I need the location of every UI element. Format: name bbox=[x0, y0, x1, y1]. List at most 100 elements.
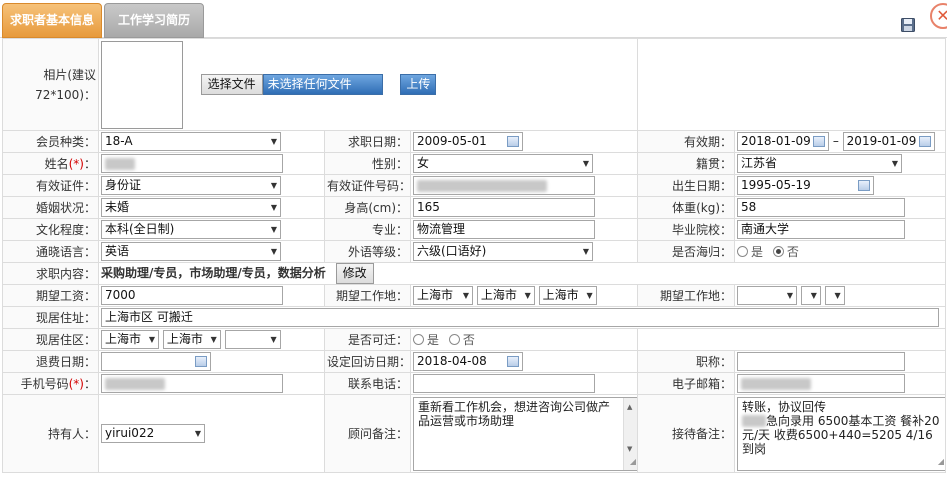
relocate-label: 是否可迁： bbox=[324, 328, 411, 351]
save-icon[interactable] bbox=[901, 18, 915, 32]
current-address-label: 现居住址： bbox=[2, 306, 99, 329]
current-area-city-select[interactable]: 上海市 ▼ bbox=[162, 330, 221, 349]
refund-date-input[interactable] bbox=[101, 352, 211, 371]
overseas-label: 是否海归： bbox=[637, 240, 736, 263]
work-place-province-select[interactable]: 上海市 ▼ bbox=[413, 286, 473, 305]
native-place-label: 籍贯： bbox=[637, 152, 736, 175]
dropdown-arrow-icon: ▼ bbox=[210, 335, 217, 344]
calendar-icon[interactable] bbox=[507, 356, 519, 367]
overseas-no-radio[interactable] bbox=[772, 246, 784, 257]
calendar-icon[interactable] bbox=[813, 136, 826, 147]
birth-date-input[interactable]: 1995-05-19 bbox=[737, 176, 875, 195]
education-select[interactable]: 本科(全日制) ▼ bbox=[101, 220, 281, 239]
expected-salary-label: 期望工资： bbox=[2, 284, 99, 307]
language-select[interactable]: 英语 ▼ bbox=[101, 242, 281, 261]
reception-note-label: 接待备注： bbox=[637, 394, 736, 473]
upload-button[interactable]: 上传 bbox=[400, 74, 437, 95]
job-intent-value: 采购助理/专员，市场助理/专员，数据分析 bbox=[101, 266, 326, 280]
photo-preview bbox=[101, 40, 183, 129]
apply-date-input[interactable]: 2009-05-01 bbox=[413, 132, 523, 151]
weight-input[interactable]: 58 bbox=[737, 198, 906, 217]
scroll-up-icon[interactable]: ▲ bbox=[627, 400, 632, 414]
dropdown-arrow-icon: ▼ bbox=[786, 291, 794, 300]
calendar-icon[interactable] bbox=[858, 180, 871, 191]
work-place-2-province-select[interactable]: ▼ bbox=[737, 286, 798, 305]
calendar-icon[interactable] bbox=[195, 356, 207, 367]
overseas-yes-radio[interactable] bbox=[737, 246, 749, 257]
relocate-yes-label: 是 bbox=[427, 333, 440, 347]
work-place-2-city-select[interactable]: ▼ bbox=[800, 286, 821, 305]
work-place-city-select[interactable]: 上海市 ▼ bbox=[476, 286, 535, 305]
major-input[interactable]: 物流管理 bbox=[413, 220, 595, 239]
work-place-district-select[interactable]: 上海市 ▼ bbox=[538, 286, 597, 305]
work-place-2-district-select[interactable]: ▼ bbox=[824, 286, 845, 305]
valid-period-label: 有效期： bbox=[637, 130, 736, 153]
current-area-label: 现居住区： bbox=[2, 328, 99, 351]
applicant-form: 相片(建议72*100)： 选择文件 未选择任何文件 上传 会员种类： 18-A ▼… bbox=[2, 38, 947, 473]
member-type-label: 会员种类： bbox=[2, 130, 99, 153]
education-label: 文化程度： bbox=[2, 218, 99, 241]
resize-grip-icon[interactable]: ◢ bbox=[630, 455, 636, 469]
dropdown-arrow-icon: ▼ bbox=[524, 291, 531, 300]
tab-basic-info[interactable]: 求职者基本信息 bbox=[2, 3, 102, 38]
dropdown-arrow-icon: ▼ bbox=[270, 203, 277, 212]
gender-label: 性别： bbox=[324, 152, 411, 175]
mobile-input[interactable] bbox=[101, 374, 283, 393]
current-area-province-select[interactable]: 上海市 ▼ bbox=[101, 330, 159, 349]
advisor-note-label: 顾问备注： bbox=[324, 394, 411, 473]
native-place-select[interactable]: 江苏省 ▼ bbox=[737, 154, 903, 173]
valid-from-input[interactable]: 2018-01-09 bbox=[737, 132, 830, 151]
email-label: 电子邮箱： bbox=[637, 372, 736, 395]
id-type-select[interactable]: 身份证 ▼ bbox=[101, 176, 281, 195]
scroll-down-icon[interactable]: ▼ bbox=[627, 442, 632, 456]
language-level-select[interactable]: 六级(口语好) ▼ bbox=[413, 242, 593, 261]
current-area-district-select[interactable]: ▼ bbox=[224, 330, 281, 349]
overseas-no-label: 否 bbox=[786, 245, 799, 259]
marital-status-select[interactable]: 未婚 ▼ bbox=[101, 198, 281, 217]
name-input[interactable] bbox=[101, 154, 283, 173]
relocate-no-radio[interactable] bbox=[448, 334, 460, 345]
resize-grip-icon[interactable]: ◢ bbox=[938, 455, 944, 469]
calendar-icon[interactable] bbox=[918, 136, 931, 147]
reception-note-textarea[interactable]: 转账，协议回传 急向录用 6500基本工资 餐补20元/天 收费6500+440… bbox=[737, 396, 945, 471]
dropdown-arrow-icon: ▼ bbox=[582, 159, 589, 168]
contact-phone-label: 联系电话： bbox=[324, 372, 411, 395]
dropdown-arrow-icon: ▼ bbox=[194, 429, 201, 438]
school-input[interactable]: 南通大学 bbox=[737, 220, 906, 239]
dropdown-arrow-icon: ▼ bbox=[891, 159, 899, 168]
job-title-input[interactable] bbox=[737, 352, 906, 371]
close-icon[interactable]: ✕ bbox=[930, 3, 947, 29]
advisor-note-textarea[interactable]: 重新看工作机会，想进咨询公司做产品运营或市场助理 ▲ ▼ ◢ bbox=[413, 396, 637, 471]
contact-phone-input[interactable] bbox=[413, 374, 595, 393]
email-input[interactable] bbox=[737, 374, 906, 393]
valid-period-separator: – bbox=[832, 134, 839, 148]
apply-date-label: 求职日期： bbox=[324, 130, 411, 153]
gender-select[interactable]: 女 ▼ bbox=[413, 154, 593, 173]
tab-work-study-resume[interactable]: 工作学习简历 bbox=[104, 3, 204, 38]
marital-status-label: 婚姻状况： bbox=[2, 196, 99, 219]
current-address-input[interactable]: 上海市区 可搬迁 bbox=[101, 308, 939, 327]
language-level-label: 外语等级： bbox=[324, 240, 411, 263]
visit-date-input[interactable]: 2018-04-08 bbox=[413, 352, 523, 371]
job-intent-label: 求职内容： bbox=[2, 262, 99, 285]
relocate-yes-radio[interactable] bbox=[413, 334, 424, 345]
member-type-select[interactable]: 18-A ▼ bbox=[101, 132, 281, 151]
calendar-icon[interactable] bbox=[507, 136, 519, 147]
id-number-label: 有效证件号码： bbox=[324, 174, 411, 197]
dropdown-arrow-icon: ▼ bbox=[834, 291, 841, 300]
height-input[interactable]: 165 bbox=[413, 198, 595, 217]
valid-to-input[interactable]: 2019-01-09 bbox=[842, 132, 935, 151]
holder-select[interactable]: yirui022 ▼ bbox=[101, 424, 205, 443]
edit-job-intent-button[interactable]: 修改 bbox=[335, 263, 374, 284]
name-label: 姓名(*)： bbox=[2, 152, 99, 175]
holder-label: 持有人： bbox=[2, 394, 99, 473]
id-type-label: 有效证件： bbox=[2, 174, 99, 197]
language-label: 通晓语言： bbox=[2, 240, 99, 263]
job-title-label: 职称： bbox=[637, 350, 736, 373]
choose-file-button[interactable]: 选择文件 bbox=[200, 74, 263, 95]
expected-salary-input[interactable]: 7000 bbox=[101, 286, 283, 305]
dropdown-arrow-icon: ▼ bbox=[270, 225, 277, 234]
major-label: 专业： bbox=[324, 218, 411, 241]
dropdown-arrow-icon: ▼ bbox=[270, 335, 277, 344]
id-number-input[interactable] bbox=[413, 176, 595, 195]
